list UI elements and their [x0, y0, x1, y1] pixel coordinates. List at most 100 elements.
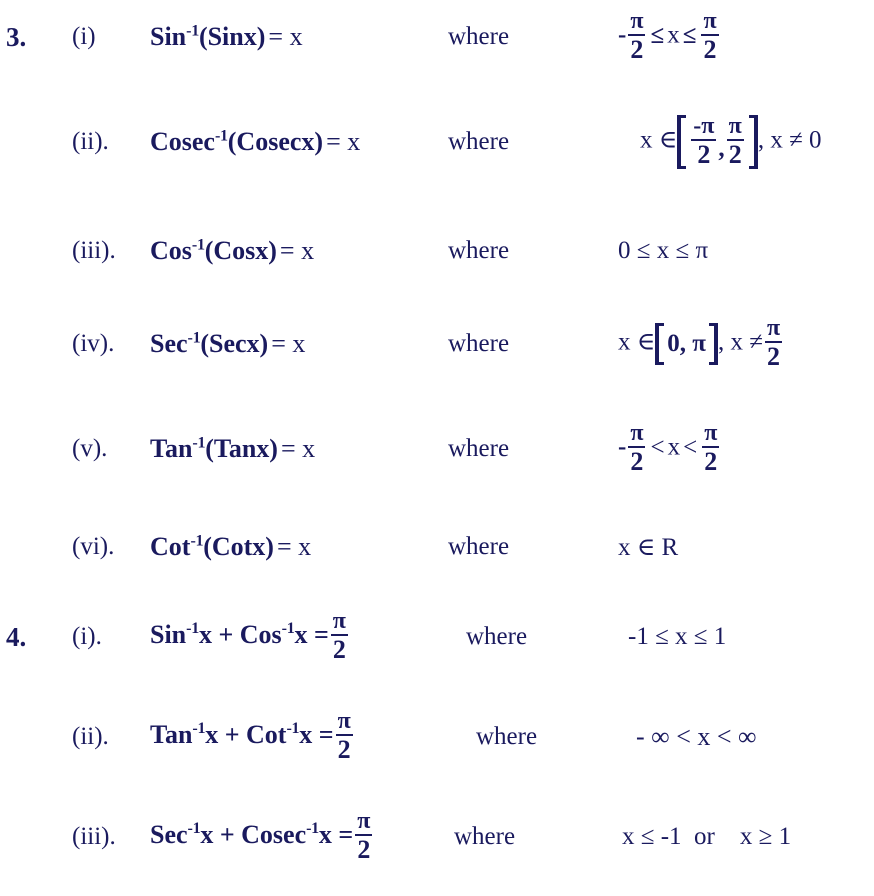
formula-expression: Tan-1x + Cot-1x = π 2 — [150, 709, 448, 764]
formula-equals: = x — [326, 127, 361, 156]
function-name: Cos — [150, 236, 192, 265]
function-name: Cot — [150, 532, 191, 561]
where-label: where — [448, 23, 510, 50]
fraction-pi-over-2: π2 — [701, 9, 719, 64]
function-name: Sin — [150, 22, 187, 51]
formula-argument: x + Cos — [198, 619, 282, 649]
condition-expression: - π 2 ≤ x ≤ π 2 — [618, 8, 874, 64]
set-membership: x ∈ — [640, 126, 678, 154]
inverse-exponent: -1 — [191, 236, 205, 254]
condition-expression: 0 ≤ x ≤ π — [618, 237, 709, 264]
interval-contents: 0, π — [667, 329, 706, 357]
formula-expression: Cot-1(Cotx) = x — [150, 532, 448, 562]
condition-expression: x ≤ -1 or x ≥ 1 — [622, 823, 792, 850]
condition-lead: - — [618, 433, 627, 461]
fraction-denominator: 2 — [704, 446, 718, 476]
interval-brackets: -π 2, π 2 — [677, 113, 758, 169]
where-label: where — [448, 128, 510, 155]
formula-equals: = x — [280, 434, 316, 463]
relation-operator: < — [650, 433, 665, 461]
condition-mid: , x ≠ — [717, 328, 763, 356]
where-label: where — [454, 823, 516, 850]
formula-row: (iii). Cos-1(Cosx) = x where 0 ≤ x ≤ π — [0, 222, 874, 280]
fraction-numerator: π — [726, 113, 744, 141]
fraction-denominator: 2 — [703, 34, 717, 64]
fraction-numerator: π — [355, 808, 373, 836]
formula-equals: = x — [279, 236, 315, 265]
function-name: Sec — [150, 819, 188, 849]
formula-expression: Cos-1(Cosx) = x — [150, 236, 448, 266]
bracket-left-icon — [655, 322, 665, 365]
where-label: where — [476, 723, 538, 750]
fraction-numerator: π — [764, 315, 783, 343]
fraction-numerator: π — [628, 420, 646, 448]
formula-argument: (Cosecx) — [227, 127, 324, 156]
inverse-exponent: -1 — [190, 532, 204, 550]
formula-argument-2: x = — [318, 819, 354, 849]
formula-row: (v). Tan-1(Tanx) = x where - π 2 < x < π 2 — [0, 420, 874, 478]
item-label: (iv). — [72, 330, 115, 357]
item-label: (v). — [72, 435, 108, 462]
interval-brackets: 0, π — [655, 322, 718, 365]
fraction-numerator: π — [330, 608, 348, 636]
variable-x: x — [667, 21, 680, 49]
relation-operator: ≤ — [682, 21, 697, 49]
formula-argument: (Tanx) — [205, 434, 278, 463]
where-label: where — [448, 330, 510, 357]
condition-expression: x ∈ -π 2, π 2 , x ≠ 0 — [618, 113, 874, 169]
function-name: Tan — [150, 719, 193, 749]
fraction-denominator: 2 — [728, 139, 742, 169]
relation-operator: < — [683, 433, 698, 461]
bracket-right-icon — [708, 322, 718, 365]
item-label: (ii). — [72, 723, 109, 750]
item-label: (ii). — [72, 128, 109, 155]
item-label: (vi). — [72, 533, 115, 560]
formula-row: (iii). Sec-1x + Cosec-1x = π 2 where x ≤ -… — [0, 808, 874, 866]
set-membership: x ∈ — [618, 328, 656, 356]
fraction-numerator: π — [702, 420, 720, 448]
fraction-pi-over-2: π2 — [702, 420, 720, 476]
inverse-exponent: -1 — [214, 127, 228, 145]
function-name: Sec — [150, 329, 188, 358]
document-page: 3. (i) Sin-1(Sinx) = x where - π 2 ≤ x ≤ π 2 (ii… — [0, 0, 874, 896]
fraction-numerator: π — [628, 8, 646, 36]
condition-expression: x ∈ R — [618, 534, 679, 561]
formula-row: 3. (i) Sin-1(Sinx) = x where - π 2 ≤ x ≤ π 2 — [0, 8, 874, 66]
interval-separator: , — [718, 134, 725, 162]
formula-row: (ii). Cosec-1(Cosecx) = x where x ∈ -π 2, π 2… — [0, 113, 874, 171]
formula-expression: Sin-1x + Cos-1x = π 2 — [150, 608, 448, 664]
condition-expression: - ∞ < x < ∞ — [636, 722, 757, 751]
formula-argument-2: x = — [294, 619, 329, 649]
formula-expression: Cosec-1(Cosecx) = x — [150, 127, 448, 157]
group-number: 4. — [6, 621, 27, 652]
formula-argument-2: x = — [299, 719, 334, 749]
fraction-pi-over-2: π2 — [330, 608, 348, 663]
fraction-denominator: 2 — [767, 341, 781, 371]
formula-expression: Tan-1(Tanx) = x — [150, 434, 448, 464]
fraction-pi-over-2: π2 — [355, 808, 373, 864]
formula-row: 4. (i). Sin-1x + Cos-1x = π 2 where -1 ≤ x… — [0, 608, 874, 666]
interval-contents: -π 2, π 2 — [689, 113, 746, 169]
where-label: where — [448, 435, 510, 462]
formula-row: (vi). Cot-1(Cotx) = x where x ∈ R — [0, 518, 874, 576]
formula-argument: x + Cosec — [200, 819, 307, 849]
inverse-exponent: -1 — [192, 434, 206, 452]
formula-equals: = x — [276, 532, 312, 561]
fraction-numerator: -π — [691, 113, 717, 141]
formula-row: (iv). Sec-1(Secx) = x where x ∈ 0, π , x ≠ π… — [0, 315, 874, 373]
fraction-denominator: 2 — [357, 834, 371, 864]
where-label: where — [466, 623, 528, 650]
formula-argument: (Secx) — [200, 329, 269, 358]
fraction-pi-over-2: π2 — [726, 113, 744, 169]
fraction-pi-over-2: π2 — [335, 709, 353, 763]
condition-suffix: , x ≠ 0 — [757, 126, 822, 154]
fraction-denominator: 2 — [630, 34, 644, 64]
inverse-exponent: -1 — [187, 329, 201, 347]
formula-expression: Sin-1(Sinx) = x — [150, 22, 448, 52]
where-label: where — [448, 533, 510, 560]
inverse-exponent: -1 — [306, 820, 319, 838]
formula-equals: = x — [271, 329, 306, 358]
relation-operator: ≤ — [650, 21, 665, 49]
item-label: (iii). — [72, 237, 116, 264]
item-label: (i) — [72, 23, 96, 50]
